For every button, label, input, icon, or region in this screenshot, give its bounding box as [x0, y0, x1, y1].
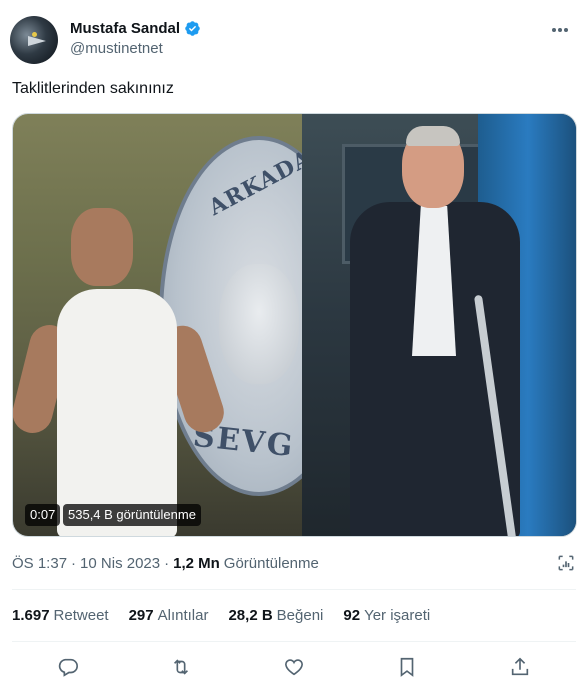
retweet-icon — [174, 659, 189, 675]
share-button[interactable] — [502, 650, 538, 684]
stat-label: Beğeni — [276, 607, 324, 624]
tweet-actions — [12, 650, 576, 684]
tweet-date[interactable]: 10 Nis 2023 — [80, 555, 160, 572]
tweet-time[interactable]: ÖS 1:37 — [12, 555, 67, 572]
reply-icon — [59, 658, 79, 677]
avatar-eagle-beak — [28, 36, 46, 46]
meta-separator: · — [164, 555, 170, 572]
video-frame-right — [302, 114, 576, 536]
reply-button[interactable] — [50, 650, 86, 684]
views-label: Görüntülenme — [223, 555, 319, 572]
tweet-header: Mustafa Sandal @mustinetnet — [10, 14, 580, 64]
divider — [12, 589, 576, 590]
more-dot — [558, 28, 562, 32]
more-options-icon[interactable] — [550, 22, 570, 38]
share-icon — [511, 657, 528, 676]
stat-count: 1.697 — [12, 607, 50, 624]
more-dot — [552, 28, 556, 32]
stat-likes[interactable]: 28,2 B Beğeni — [228, 607, 323, 624]
more-dot — [564, 28, 568, 32]
avatar[interactable] — [10, 16, 58, 64]
stat-quotes[interactable]: 297 Alıntılar — [129, 607, 209, 624]
tweet-meta: ÖS 1:37 · 10 Nis 2023 · 1,2 Mn Görüntüle… — [12, 555, 319, 572]
bookmark-button[interactable] — [389, 650, 425, 684]
author-name-row: Mustafa Sandal — [70, 20, 201, 37]
avatar-eagle-eye — [32, 32, 37, 37]
dancer-head — [71, 208, 133, 286]
stat-count: 297 — [128, 607, 154, 624]
video-views-badge: 535,4 B görüntülenme — [63, 504, 201, 526]
meta-separator: · — [71, 555, 77, 572]
video-frame-left: ARKADAŞ SEVG — [13, 114, 302, 536]
stat-bookmarks[interactable]: 92 Yer işareti — [343, 607, 430, 624]
stat-retweets[interactable]: 1.697 Retweet — [12, 607, 109, 624]
retweet-button[interactable] — [163, 650, 199, 684]
bookmark-icon — [400, 657, 414, 677]
verified-badge-icon — [185, 21, 200, 36]
video-player[interactable]: ARKADAŞ SEVG 0:07 535,4 B görüntülenme — [12, 113, 577, 537]
stat-count: 28,2 B — [228, 607, 273, 624]
plaque-portrait — [219, 264, 299, 384]
analytics-icon[interactable] — [556, 553, 576, 573]
video-duration-badge: 0:07 — [25, 504, 61, 526]
man-hair — [406, 126, 460, 146]
views-count: 1,2 Mn — [173, 555, 220, 572]
author-name[interactable]: Mustafa Sandal — [70, 20, 180, 37]
like-icon — [285, 659, 303, 676]
author-handle[interactable]: @mustinetnet — [70, 40, 163, 57]
tweet-text: Taklitlerinden sakınınız — [12, 80, 174, 97]
stat-label: Retweet — [53, 607, 109, 624]
stat-label: Alıntılar — [157, 607, 209, 624]
stat-count: 92 — [343, 607, 361, 624]
tweet-stats: 1.697 Retweet 297 Alıntılar 28,2 B Beğen… — [12, 607, 430, 624]
divider — [12, 641, 576, 642]
dancer-tank-top — [57, 289, 177, 536]
stat-label: Yer işareti — [364, 607, 431, 624]
like-button[interactable] — [276, 650, 312, 684]
